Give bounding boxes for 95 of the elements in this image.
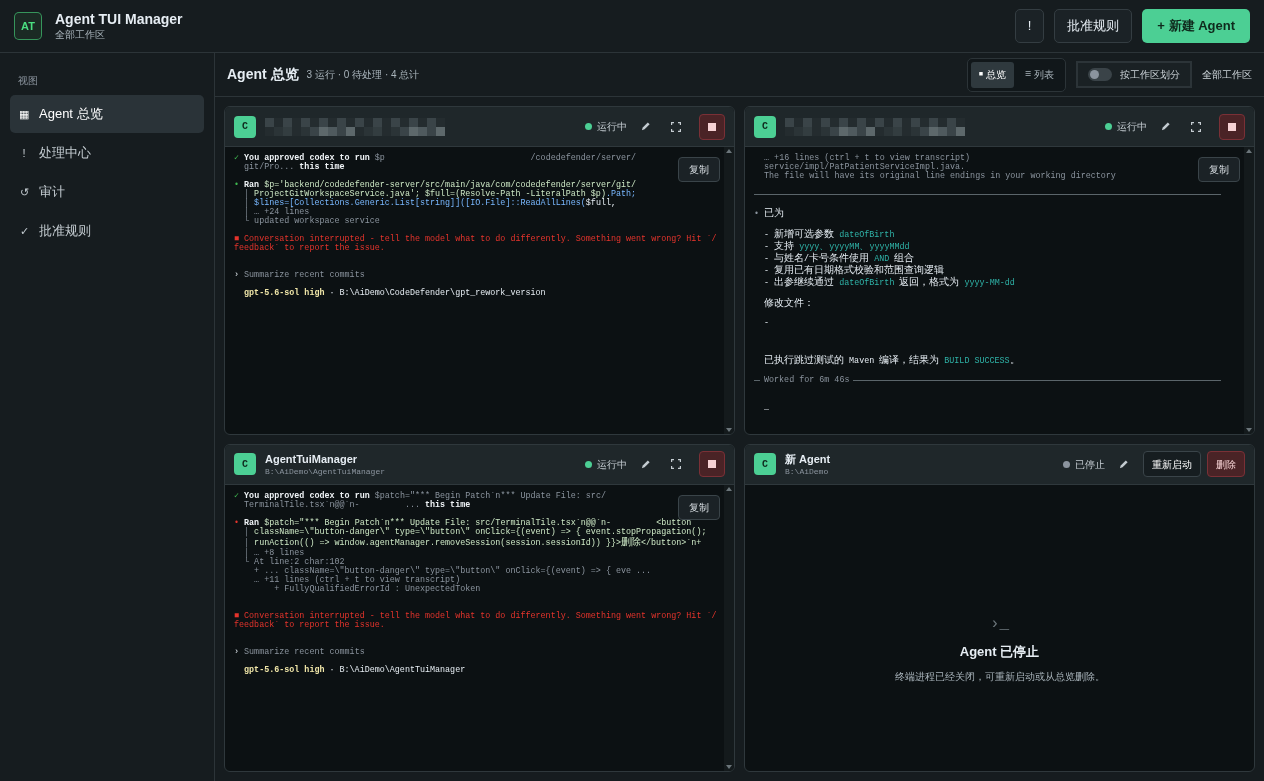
terminal-line: │ … +8 lines <box>243 548 305 558</box>
terminal-line: + ... className=\"button-danger\" type=\"button\" onClick={(event) => { eve ... <box>253 566 652 576</box>
terminal-line: › Summarize recent commits <box>234 271 365 280</box>
pencil-icon[interactable] <box>1160 121 1171 132</box>
terminal-line: TerminalTile.tsx`n@@`n- ... this time <box>243 500 471 510</box>
terminal-line: │ ProjectGitWorkspaceService.java'; $full=(Resolve-Path -LiteralPath $p).Path; <box>243 190 637 199</box>
stop-icon <box>708 122 716 131</box>
group-toggle[interactable]: 按工作区划分 <box>1076 61 1192 88</box>
terminal-line: service/impl/PatPatientServiceImpl.java. <box>763 163 966 172</box>
scrollbar[interactable] <box>724 147 734 434</box>
delete-button[interactable]: 删除 <box>1207 451 1245 477</box>
terminal-line: - <box>763 319 770 328</box>
status-indicator: 运行中 <box>585 456 627 472</box>
summary-text: 3 运行 · 0 待处理 · 4 总计 <box>306 68 420 82</box>
terminal-line: - 支持 yyyy、yyyyMM、yyyyMMdd <box>763 241 910 252</box>
pencil-icon[interactable] <box>640 458 651 470</box>
nav-icon: ✓ <box>19 222 29 240</box>
terminal-line: • Ran $patch="*** Begin Patch`n*** Update File: src/TerminalTile.tsx`n@@`n- <button <box>234 518 692 528</box>
terminal-line: … +11 lines (ctrl + t to view transcript) <box>253 575 461 585</box>
terminal-line: │ className=\"button-danger\" type=\"button\" onClick={(event) => { event.stopPropagation(); <box>243 527 707 537</box>
terminal-line: └ At line:2 char:102 <box>243 557 345 567</box>
stop-button[interactable] <box>699 451 725 477</box>
terminal-line: - 出参继续通过 dateOfBirth 返回，格式为 yyyy-MM-dd <box>763 277 1015 289</box>
status-indicator: 已停止 <box>1063 456 1105 472</box>
pencil-icon[interactable] <box>1118 458 1129 470</box>
terminal-line: › Summarize recent commits <box>234 647 365 657</box>
nav-icon: ! <box>19 144 29 162</box>
terminal-line: gpt-5.6-sol high · B:\AiDemo\AgentTuiManager <box>243 665 466 675</box>
terminal-line: Worked for 6m 46s <box>764 376 850 385</box>
terminal-line: The file will have its original line endings in your working directory <box>763 172 1116 181</box>
terminal-line: … +16 lines (ctrl + t to view transcript) <box>763 154 971 163</box>
status-indicator: 运行中 <box>585 119 627 134</box>
terminal-line: git/Pro... this time <box>243 163 345 172</box>
sidebar-item[interactable]: ✓ 批准规则 <box>10 212 204 250</box>
terminal-line: gpt-5.6-sol high · B:\AiDemo\CodeDefender\gpt_rework_version <box>243 289 546 298</box>
terminal-prompt-icon: ›_ <box>989 611 1010 636</box>
nav-icon: ▦ <box>19 105 29 123</box>
stop-icon <box>708 460 716 468</box>
header-button[interactable]: + 新建 Agent <box>1142 9 1250 43</box>
app-logo: AT <box>14 12 42 40</box>
fullscreen-icon[interactable] <box>671 459 681 469</box>
nav-icon: ↺ <box>19 183 29 201</box>
agent-avatar: C <box>234 115 256 138</box>
workspace-filter[interactable]: 全部工作区 <box>1202 67 1252 82</box>
terminal-line: │ runAction(() => window.agentManager.removeSession(session.sessionId)) }}>删除</button>`n+ <box>243 536 702 548</box>
pencil-icon[interactable] <box>640 121 651 132</box>
toggle-switch[interactable] <box>1088 68 1112 81</box>
sidebar-item[interactable]: ! 处理中心 <box>10 134 204 172</box>
agent-avatar: C <box>754 115 776 138</box>
header-button[interactable]: ! <box>1014 9 1045 43</box>
terminal-line: - 与姓名/卡号条件使用 AND 组合 <box>763 253 915 264</box>
terminal-line: - 复用已有日期格式校验和范围查询逻辑 <box>763 265 945 276</box>
fullscreen-icon[interactable] <box>1191 121 1201 132</box>
restart-button[interactable]: 重新启动 <box>1143 451 1201 477</box>
terminal-line: • 已为 <box>754 208 785 220</box>
header-button[interactable]: 批准规则 <box>1054 9 1133 43</box>
stopped-hint: 终端进程已经关闭，可重新启动或从总览删除。 <box>894 670 1105 684</box>
terminal-line: feedback` to report the issue. <box>234 244 385 253</box>
status-indicator: 运行中 <box>1105 119 1147 134</box>
scrollbar[interactable] <box>724 484 734 771</box>
section-label: 视图 <box>17 74 39 88</box>
agent-title: 新 Agent <box>785 451 831 466</box>
terminal-line: - 新增可选参数 dateOfBirth <box>763 229 895 240</box>
terminal-line: 已执行跳过测试的 Maven 编译，结果为 BUILD SUCCESS。 <box>763 355 1020 367</box>
terminal-line: feedback` to report the issue. <box>234 620 385 630</box>
page-title: Agent 总览 <box>227 65 299 84</box>
copy-button[interactable]: 复制 <box>678 157 720 182</box>
agent-title: AgentTuiManager <box>265 451 359 466</box>
app-title: Agent TUI Manager <box>55 11 183 28</box>
terminal-line: ✓ You approved codex to run $p /codedefender/server/ <box>234 154 637 163</box>
terminal-line: └ updated workspace service <box>243 217 380 226</box>
scrollbar[interactable] <box>1244 147 1254 434</box>
sidebar-item[interactable]: ↺ 审计 <box>10 173 204 211</box>
terminal-line: ■ Conversation interrupted - tell the model what to do differently. Something went wrong? Hit `/ <box>234 611 717 621</box>
terminal-line: 修改文件： <box>763 298 815 310</box>
stop-button[interactable] <box>699 113 725 140</box>
agent-path: B:\AiDemo <box>785 465 830 477</box>
terminal-line: │ … +24 lines <box>243 208 310 217</box>
agent-avatar: C <box>754 453 776 475</box>
app-subtitle: 全部工作区 <box>55 28 106 41</box>
sidebar-item[interactable]: ▦ Agent 总览 <box>10 95 204 133</box>
agent-path: B:\AiDemo\AgentTuiManager <box>265 465 386 477</box>
terminal-line: │ $lines=[Collections.Generic.List[string]]([IO.File]::ReadAllLines($full, <box>243 199 616 208</box>
terminal-line: ✓ You approved codex to run $patch="*** Begin Patch`n*** Update File: src/ <box>234 491 606 501</box>
copy-button[interactable]: 复制 <box>1198 157 1240 182</box>
terminal-line: ■ Conversation interrupted - tell the model what to do differently. Something went wrong? Hit `/ <box>234 235 717 244</box>
copy-button[interactable]: 复制 <box>678 494 720 520</box>
terminal-line: + FullyQualifiedErrorId : UnexpectedToken <box>273 584 481 594</box>
stop-button[interactable] <box>1219 113 1245 140</box>
terminal-line: _ <box>763 403 770 412</box>
fullscreen-icon[interactable] <box>671 121 681 132</box>
terminal-line: • Ran $p='backend/codedefender-server/src/main/java/com/codedefender/server/git/ <box>234 181 637 190</box>
stop-icon <box>1228 122 1236 131</box>
stopped-title: Agent 已停止 <box>959 642 1040 661</box>
agent-avatar: C <box>234 453 256 475</box>
